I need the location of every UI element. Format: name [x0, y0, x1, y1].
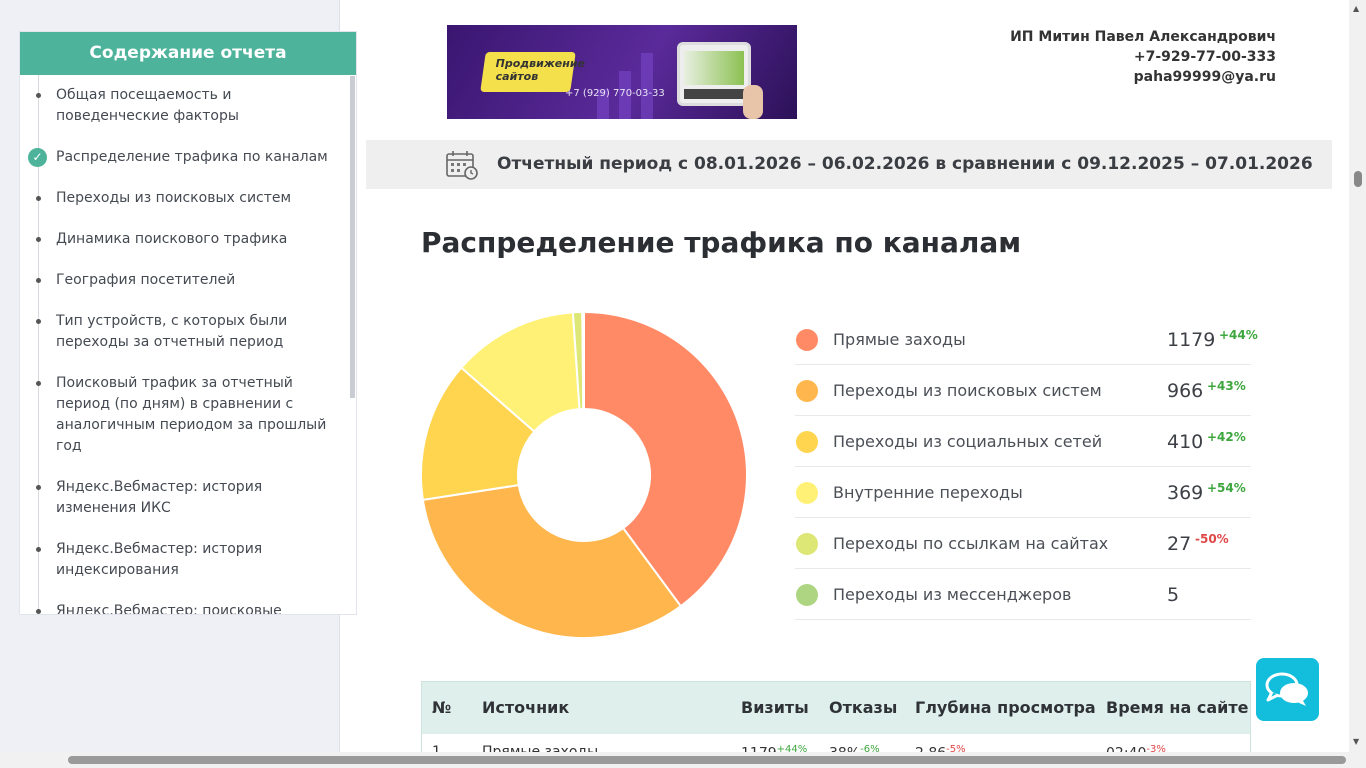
scroll-down-arrow[interactable]: ▼ [1353, 737, 1359, 746]
vertical-scroll-thumb[interactable] [1354, 171, 1362, 187]
check-icon: ✓ [28, 148, 47, 167]
legend-change: +44% [1219, 328, 1258, 342]
toc-item-label: Яндекс.Вебмастер: поисковые запросы [56, 603, 282, 615]
toc-item[interactable]: Яндекс.Вебмастер: поисковые запросы [20, 601, 356, 615]
bullet-dot [36, 609, 41, 614]
toc-item[interactable]: Динамика поискового трафика [20, 229, 356, 250]
contact-phone: +7-929-77-00-333 [1133, 49, 1276, 65]
tablet-image [677, 42, 751, 106]
toc-item[interactable]: Общая посещаемость и поведенческие факто… [20, 85, 356, 127]
legend-color-dot [796, 533, 818, 555]
traffic-donut-chart [420, 311, 748, 639]
chart-legend: Прямые заходы 1179 +44% Переходы из поисков… [795, 314, 1258, 620]
toc-list: Общая посещаемость и поведенческие факто… [20, 75, 356, 615]
legend-row: Переходы из мессенджеров 5 [795, 569, 1251, 620]
donut-slice[interactable] [581, 311, 585, 411]
chat-bubbles-icon [1265, 672, 1308, 706]
legend-color-dot [796, 329, 818, 351]
toc-item-label: Переходы из поисковых систем [56, 190, 292, 206]
legend-value: 966 [1167, 380, 1204, 402]
legend-change: +43% [1207, 379, 1246, 393]
toc-item-label: Динамика поискового трафика [56, 231, 288, 247]
bullet-dot [36, 93, 41, 98]
section-title: Распределение трафика по каналам [421, 226, 1022, 259]
legend-value: 27 [1167, 533, 1192, 555]
table-header: № Источник Визиты Отказы Глубина просмот… [422, 682, 1250, 734]
bullet-dot [36, 237, 41, 242]
col-source[interactable]: Источник [482, 698, 569, 717]
toc-scrollbar[interactable] [350, 76, 355, 398]
legend-color-dot [796, 482, 818, 504]
legend-label: Переходы из социальных сетей [833, 432, 1103, 451]
legend-value: 410 [1167, 431, 1204, 453]
hand-image [743, 85, 763, 119]
calendar-clock-icon [446, 151, 478, 180]
toc-item-label: Общая посещаемость и поведенческие факто… [56, 87, 239, 124]
legend-value: 369 [1167, 482, 1204, 504]
chat-button[interactable] [1256, 658, 1319, 721]
legend-value: 5 [1167, 584, 1180, 606]
legend-label: Прямые заходы [833, 330, 966, 349]
bullet-dot [36, 381, 41, 386]
toc-item[interactable]: Тип устройств, с которых были переходы з… [20, 311, 356, 353]
legend-label: Переходы по ссылкам на сайтах [833, 534, 1109, 553]
col-bounce[interactable]: Отказы [829, 698, 897, 717]
legend-color-dot [796, 431, 818, 453]
promo-banner[interactable]: Продвижение сайтов +7 (929) 770-03-33 [447, 25, 797, 119]
toc-title: Содержание отчета [20, 32, 356, 75]
report-contents-panel: Содержание отчета Общая посещаемость и п… [19, 31, 357, 615]
toc-item[interactable]: ✓ Распределение трафика по каналам [20, 147, 356, 168]
bullet-dot [36, 319, 41, 324]
bullet-dot [36, 196, 41, 201]
legend-color-dot [796, 380, 818, 402]
contact-name: ИП Митин Павел Александрович [1010, 29, 1276, 45]
toc-item-label: География посетителей [56, 272, 236, 288]
toc-item[interactable]: Яндекс.Вебмастер: история индексирования [20, 539, 356, 581]
banner-phone: +7 (929) 770-03-33 [565, 88, 665, 99]
legend-change: +42% [1207, 430, 1246, 444]
bullet-dot [36, 547, 41, 552]
col-visits[interactable]: Визиты [741, 698, 809, 717]
legend-change: -50% [1195, 532, 1229, 546]
toc-item[interactable]: Переходы из поисковых систем [20, 188, 356, 209]
legend-label: Переходы из поисковых систем [833, 381, 1102, 400]
legend-value: 1179 [1167, 329, 1216, 351]
legend-row: Внутренние переходы 369 +54% [795, 467, 1251, 518]
bullet-dot [36, 278, 41, 283]
legend-label: Внутренние переходы [833, 483, 1023, 502]
toc-item-label: Тип устройств, с которых были переходы з… [56, 313, 288, 350]
contact-email: paha99999@ya.ru [1133, 69, 1276, 85]
toc-item-label: Распределение трафика по каналам [56, 149, 328, 165]
legend-change: +54% [1207, 481, 1246, 495]
scroll-up-arrow[interactable]: ▲ [1353, 4, 1359, 13]
col-num[interactable]: № [432, 698, 451, 717]
toc-item-label: Яндекс.Вебмастер: история индексирования [56, 541, 263, 578]
horizontal-scroll-thumb[interactable] [68, 756, 1346, 764]
period-text: Отчетный период с 08.01.2026 – 06.02.202… [497, 154, 1313, 174]
legend-label: Переходы из мессенджеров [833, 585, 1072, 604]
toc-item[interactable]: География посетителей [20, 270, 356, 291]
col-time[interactable]: Время на сайте [1106, 698, 1248, 717]
toc-item-label: Поисковый трафик за отчетный период (по … [56, 375, 327, 454]
contact-info: ИП Митин Павел Александрович +7-929-77-0… [1010, 27, 1276, 87]
legend-color-dot [796, 584, 818, 606]
toc-item[interactable]: Поисковый трафик за отчетный период (по … [20, 373, 356, 457]
legend-row: Прямые заходы 1179 +44% [795, 314, 1258, 365]
legend-row: Переходы по ссылкам на сайтах 27 -50% [795, 518, 1251, 569]
toc-item[interactable]: Яндекс.Вебмастер: история изменения ИКС [20, 477, 356, 519]
col-depth[interactable]: Глубина просмотра [915, 698, 1096, 717]
legend-row: Переходы из социальных сетей 410 +42% [795, 416, 1251, 467]
vertical-scrollbar[interactable]: ▲ ▼ [1349, 0, 1366, 752]
bullet-dot [36, 485, 41, 490]
toc-item-label: Яндекс.Вебмастер: история изменения ИКС [56, 479, 263, 516]
legend-row: Переходы из поисковых систем 966 +43% [795, 365, 1251, 416]
banner-tag: Продвижение сайтов [480, 52, 585, 92]
horizontal-scrollbar[interactable] [0, 752, 1366, 768]
report-period-bar: Отчетный период с 08.01.2026 – 06.02.202… [366, 140, 1332, 189]
